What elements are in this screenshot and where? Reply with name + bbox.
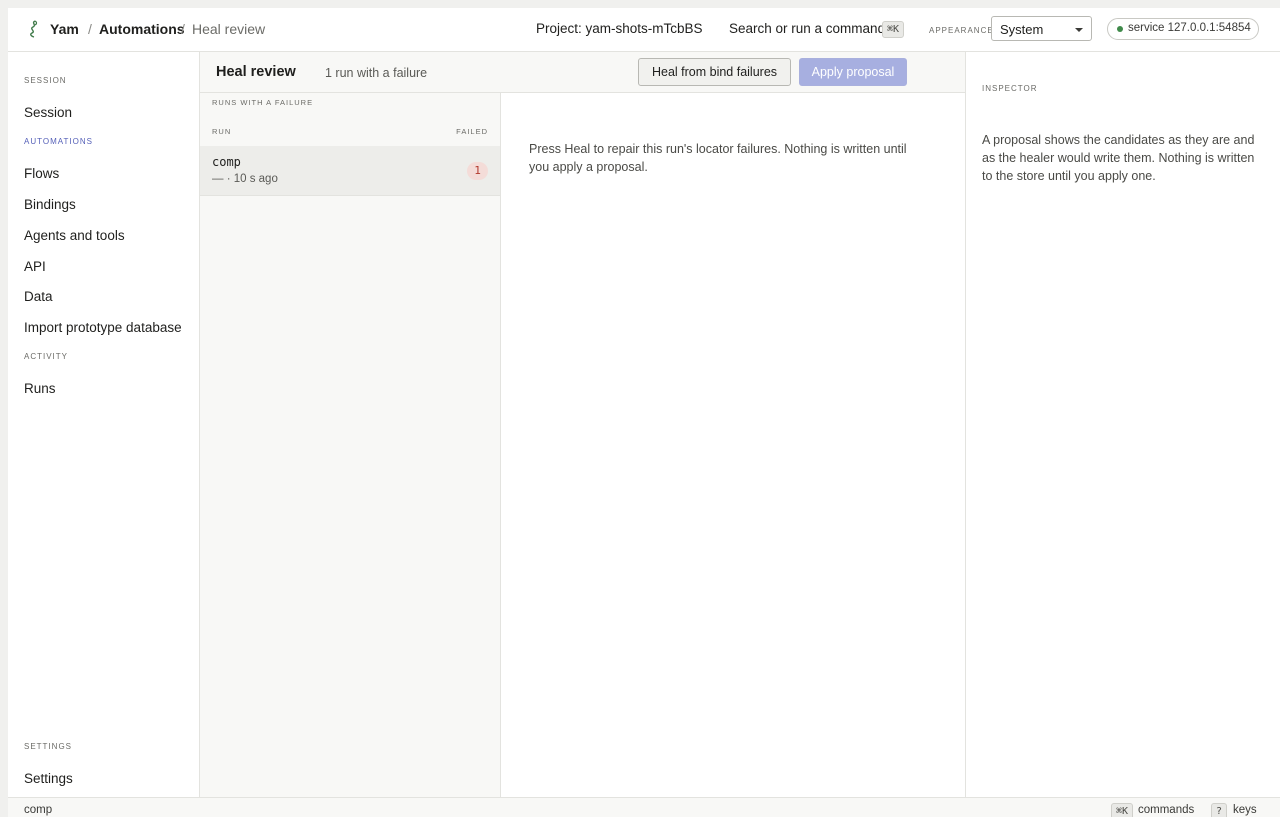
- sidebar-item-data[interactable]: Data: [24, 289, 53, 304]
- heal-from-bind-failures-button[interactable]: Heal from bind failures: [638, 58, 791, 86]
- run-list-item[interactable]: comp — · 10 s ago 1: [200, 146, 500, 196]
- command-shortcut-key: ⌘K: [882, 21, 905, 38]
- run-list-title: RUNS WITH A FAILURE: [212, 98, 314, 107]
- sidebar-section-activity: ACTIVITY: [24, 352, 69, 361]
- page-header: Heal review 1 run with a failure Heal fr…: [200, 52, 965, 93]
- appearance-select[interactable]: System: [991, 16, 1092, 41]
- column-header-run: RUN: [212, 127, 232, 136]
- sidebar-item-import-prototype-database[interactable]: Import prototype database: [24, 320, 182, 335]
- sidebar-section-automations: AUTOMATIONS: [24, 137, 93, 146]
- detail-panel: Press Heal to repair this run's locator …: [501, 93, 965, 797]
- yam-logo-icon[interactable]: [25, 20, 41, 38]
- inspector-description: A proposal shows the candidates as they …: [982, 133, 1255, 183]
- commands-hint[interactable]: commands: [1138, 804, 1194, 816]
- keys-hint[interactable]: keys: [1233, 804, 1257, 816]
- page-title: Heal review: [216, 64, 296, 80]
- appearance-select-value: System: [1000, 22, 1044, 37]
- appearance-label: APPEARANCE: [929, 26, 994, 35]
- breadcrumb-automations[interactable]: Automations: [99, 21, 185, 37]
- breadcrumb-separator: /: [181, 21, 185, 37]
- status-dot-icon: [1117, 26, 1123, 32]
- run-meta: — · 10 s ago: [212, 173, 278, 185]
- breadcrumb-current: Heal review: [192, 21, 266, 37]
- empty-state-message: Press Heal to repair this run's locator …: [529, 142, 907, 174]
- top-bar: Yam / Automations / Heal review Project:…: [8, 8, 1280, 52]
- status-bar: comp ⌘K commands ? keys: [8, 797, 1280, 817]
- sidebar-item-agents-and-tools[interactable]: Agents and tools: [24, 228, 125, 243]
- keys-shortcut-key: ?: [1211, 803, 1228, 817]
- sidebar-item-api[interactable]: API: [24, 259, 46, 274]
- apply-proposal-button[interactable]: Apply proposal: [799, 58, 907, 86]
- brand-name[interactable]: Yam: [50, 21, 79, 37]
- sidebar-item-bindings[interactable]: Bindings: [24, 197, 76, 212]
- run-list-panel: RUNS WITH A FAILURE RUN FAILED comp — · …: [200, 93, 501, 797]
- inspector-panel: INSPECTOR A proposal shows the candidate…: [965, 52, 1280, 797]
- run-name: comp: [212, 155, 241, 169]
- chevron-down-icon: [1075, 28, 1083, 32]
- sidebar-item-session[interactable]: Session: [24, 105, 72, 120]
- failed-count-badge: 1: [467, 162, 488, 180]
- commands-shortcut-key: ⌘K: [1111, 803, 1134, 817]
- sidebar-item-settings[interactable]: Settings: [24, 771, 73, 786]
- sidebar-section-session: SESSION: [24, 76, 67, 85]
- project-name[interactable]: Project: yam-shots-mTcbBS: [536, 21, 703, 36]
- sidebar-item-flows[interactable]: Flows: [24, 166, 59, 181]
- command-palette-trigger[interactable]: Search or run a command: [729, 21, 885, 36]
- app-window: Yam / Automations / Heal review Project:…: [8, 8, 1280, 817]
- sidebar: SESSION Session AUTOMATIONS Flows Bindin…: [8, 52, 200, 797]
- page-subtitle: 1 run with a failure: [325, 66, 428, 80]
- column-header-failed: FAILED: [456, 127, 488, 136]
- service-status-badge[interactable]: service 127.0.0.1:54854: [1107, 18, 1259, 40]
- sidebar-item-runs[interactable]: Runs: [24, 381, 56, 396]
- breadcrumb-separator: /: [88, 21, 92, 37]
- run-list-header: RUN FAILED: [200, 119, 500, 147]
- sidebar-section-settings: SETTINGS: [24, 742, 73, 751]
- inspector-title: INSPECTOR: [982, 84, 1038, 93]
- status-current-run: comp: [24, 804, 53, 816]
- service-status-text: service 127.0.0.1:54854: [1128, 22, 1251, 34]
